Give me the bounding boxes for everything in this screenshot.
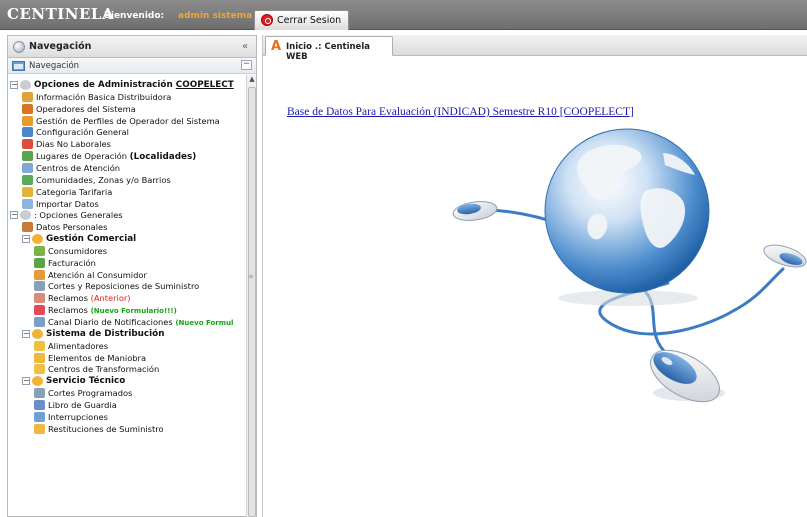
tree-item-label: Reclamos (Anterior) bbox=[48, 293, 131, 304]
feeder-icon bbox=[34, 340, 45, 351]
tree-item-suffix: (Nuevo Formul bbox=[175, 319, 234, 327]
navigation-panel-header: Navegación « bbox=[8, 36, 256, 58]
tree-item-label: Centros de Transformación bbox=[48, 364, 160, 375]
tree-item-label: Categoria Tarifaria bbox=[36, 186, 113, 197]
tab-label: Inicio .: Centinela WEB bbox=[286, 42, 370, 62]
folder-icon bbox=[32, 328, 43, 339]
tariff-icon bbox=[22, 186, 33, 197]
folder-icon bbox=[32, 234, 43, 245]
house-icon bbox=[22, 91, 33, 102]
home-a-icon: A bbox=[271, 39, 282, 54]
logout-label: Cerrar Sesion bbox=[277, 15, 342, 26]
tree-item-label: Alimentadores bbox=[48, 340, 109, 351]
consumers-icon bbox=[34, 245, 45, 256]
tree-item-label: Centros de Atención bbox=[36, 162, 121, 173]
tree-item-label: Atención al Consumidor bbox=[48, 269, 147, 280]
tree-item-label: : Opciones Generales bbox=[34, 210, 123, 221]
profile-icon bbox=[22, 115, 33, 126]
tree-item-label: Sistema de Distribución bbox=[46, 328, 165, 339]
service-icon bbox=[34, 269, 45, 280]
folder-globe-icon bbox=[20, 210, 31, 221]
accordion-toggle-button[interactable]: − bbox=[241, 60, 252, 70]
claims-icon bbox=[34, 293, 45, 304]
navigation-icon bbox=[13, 41, 25, 53]
tree-item-label: Gestión de Perfiles de Operador del Sist… bbox=[36, 115, 220, 126]
folder-icon bbox=[32, 376, 43, 387]
tree-item-suffix: (Nuevo Formulario!!!) bbox=[90, 307, 177, 316]
globe-network-illustration bbox=[452, 128, 807, 403]
tree-item-label: Servicio Técnico bbox=[46, 376, 126, 387]
switch-icon bbox=[34, 352, 45, 363]
scrollbar-thumb[interactable] bbox=[248, 87, 256, 517]
tree-item-label: Facturación bbox=[48, 257, 96, 268]
tab-strip: A Inicio .: Centinela WEB bbox=[263, 35, 807, 62]
scroll-up-icon[interactable]: ▲ bbox=[247, 75, 257, 85]
tree-item-label: Comunidades, Zonas y/o Barrios bbox=[36, 174, 171, 185]
tab-inicio[interactable]: A Inicio .: Centinela WEB bbox=[265, 36, 393, 62]
tree-item-label: Operadores del Sistema bbox=[36, 103, 136, 114]
navigation-accordion-header[interactable]: Navegación − bbox=[8, 58, 256, 74]
username: admin sistema bbox=[178, 11, 253, 21]
front-mouse-icon bbox=[650, 349, 725, 403]
tree-item-suffix: (Localidades) bbox=[129, 152, 197, 163]
interruption-icon bbox=[34, 411, 45, 422]
left-mouse-icon bbox=[452, 201, 498, 221]
window-icon bbox=[12, 61, 25, 71]
right-mouse-icon bbox=[763, 244, 807, 268]
tree-item-label: Cortes Programados bbox=[48, 388, 133, 399]
scheduled-cut-icon bbox=[34, 388, 45, 399]
navigation-panel: Navegación « Navegación − − Opciones de A… bbox=[7, 35, 257, 517]
tree-item-label: Interrupciones bbox=[48, 411, 108, 422]
tree-scrollbar[interactable]: ▲ ≡ bbox=[246, 75, 256, 517]
restore-icon bbox=[34, 423, 45, 434]
tree-item-suffix: COOPELECT bbox=[175, 80, 234, 90]
app-title: CENTINELA bbox=[7, 5, 115, 23]
tree-item-label: Cortes y Reposiciones de Suministro bbox=[48, 281, 200, 292]
top-bar: CENTINELA Bienvenido: admin sistema Cerr… bbox=[0, 0, 807, 30]
map-icon bbox=[22, 151, 33, 162]
tree-item-label: Dias No Laborales bbox=[36, 139, 111, 150]
navigation-tree: − Opciones de Administración COOPELECT Inf… bbox=[8, 75, 244, 517]
tree-expander-icon[interactable]: − bbox=[22, 329, 30, 338]
notifications-icon bbox=[34, 317, 45, 327]
config-icon bbox=[22, 127, 33, 138]
tree-item-label: Información Basica Distribuidora bbox=[36, 91, 172, 102]
tree-item-label: Datos Personales bbox=[36, 222, 108, 233]
scrollbar-grip-icon: ≡ bbox=[248, 273, 254, 280]
tree-item-label: Libro de Guardia bbox=[48, 399, 117, 410]
tree-item-label: Opciones de Administración COOPELECT bbox=[34, 80, 234, 90]
logout-button[interactable]: Cerrar Sesion bbox=[254, 10, 349, 30]
book-icon bbox=[34, 399, 45, 410]
users-icon bbox=[22, 103, 33, 114]
tree-item-label: Importar Datos bbox=[36, 198, 99, 209]
collapse-panel-button[interactable]: « bbox=[239, 41, 251, 53]
accordion-title: Navegación bbox=[29, 61, 80, 71]
tree-expander-icon[interactable]: − bbox=[22, 377, 30, 386]
tree-item-label: Gestión Comercial bbox=[46, 234, 137, 245]
calendar-icon bbox=[22, 139, 33, 150]
tree-item-label: Configuración General bbox=[36, 127, 129, 138]
database-link[interactable]: Base de Datos Para Evaluación (INDICAD) … bbox=[287, 106, 634, 118]
billing-icon bbox=[34, 257, 45, 268]
person-icon bbox=[22, 222, 33, 233]
navigation-panel-title: Navegación bbox=[29, 41, 92, 52]
welcome-label: Bienvenido: bbox=[104, 11, 165, 21]
folder-globe-icon bbox=[20, 80, 31, 90]
tree-item-label: Restituciones de Suministro bbox=[48, 423, 164, 434]
tree-expander-icon[interactable]: − bbox=[22, 235, 30, 244]
tree-item-suffix: (Anterior) bbox=[90, 293, 131, 304]
transformer-icon bbox=[34, 364, 45, 375]
tree-expander-icon[interactable]: − bbox=[10, 81, 18, 89]
tree-item-label: Consumidores bbox=[48, 245, 108, 256]
tree-item-label: Elementos de Maniobra bbox=[48, 352, 147, 363]
zone-icon bbox=[22, 174, 33, 185]
import-icon bbox=[22, 198, 33, 209]
plug-icon bbox=[34, 281, 45, 292]
content-area: A Inicio .: Centinela WEB Base de Datos … bbox=[262, 35, 807, 517]
tree-expander-icon[interactable]: − bbox=[10, 211, 18, 220]
building-icon bbox=[22, 162, 33, 173]
power-icon bbox=[261, 14, 273, 26]
claims-new-icon bbox=[34, 305, 45, 316]
